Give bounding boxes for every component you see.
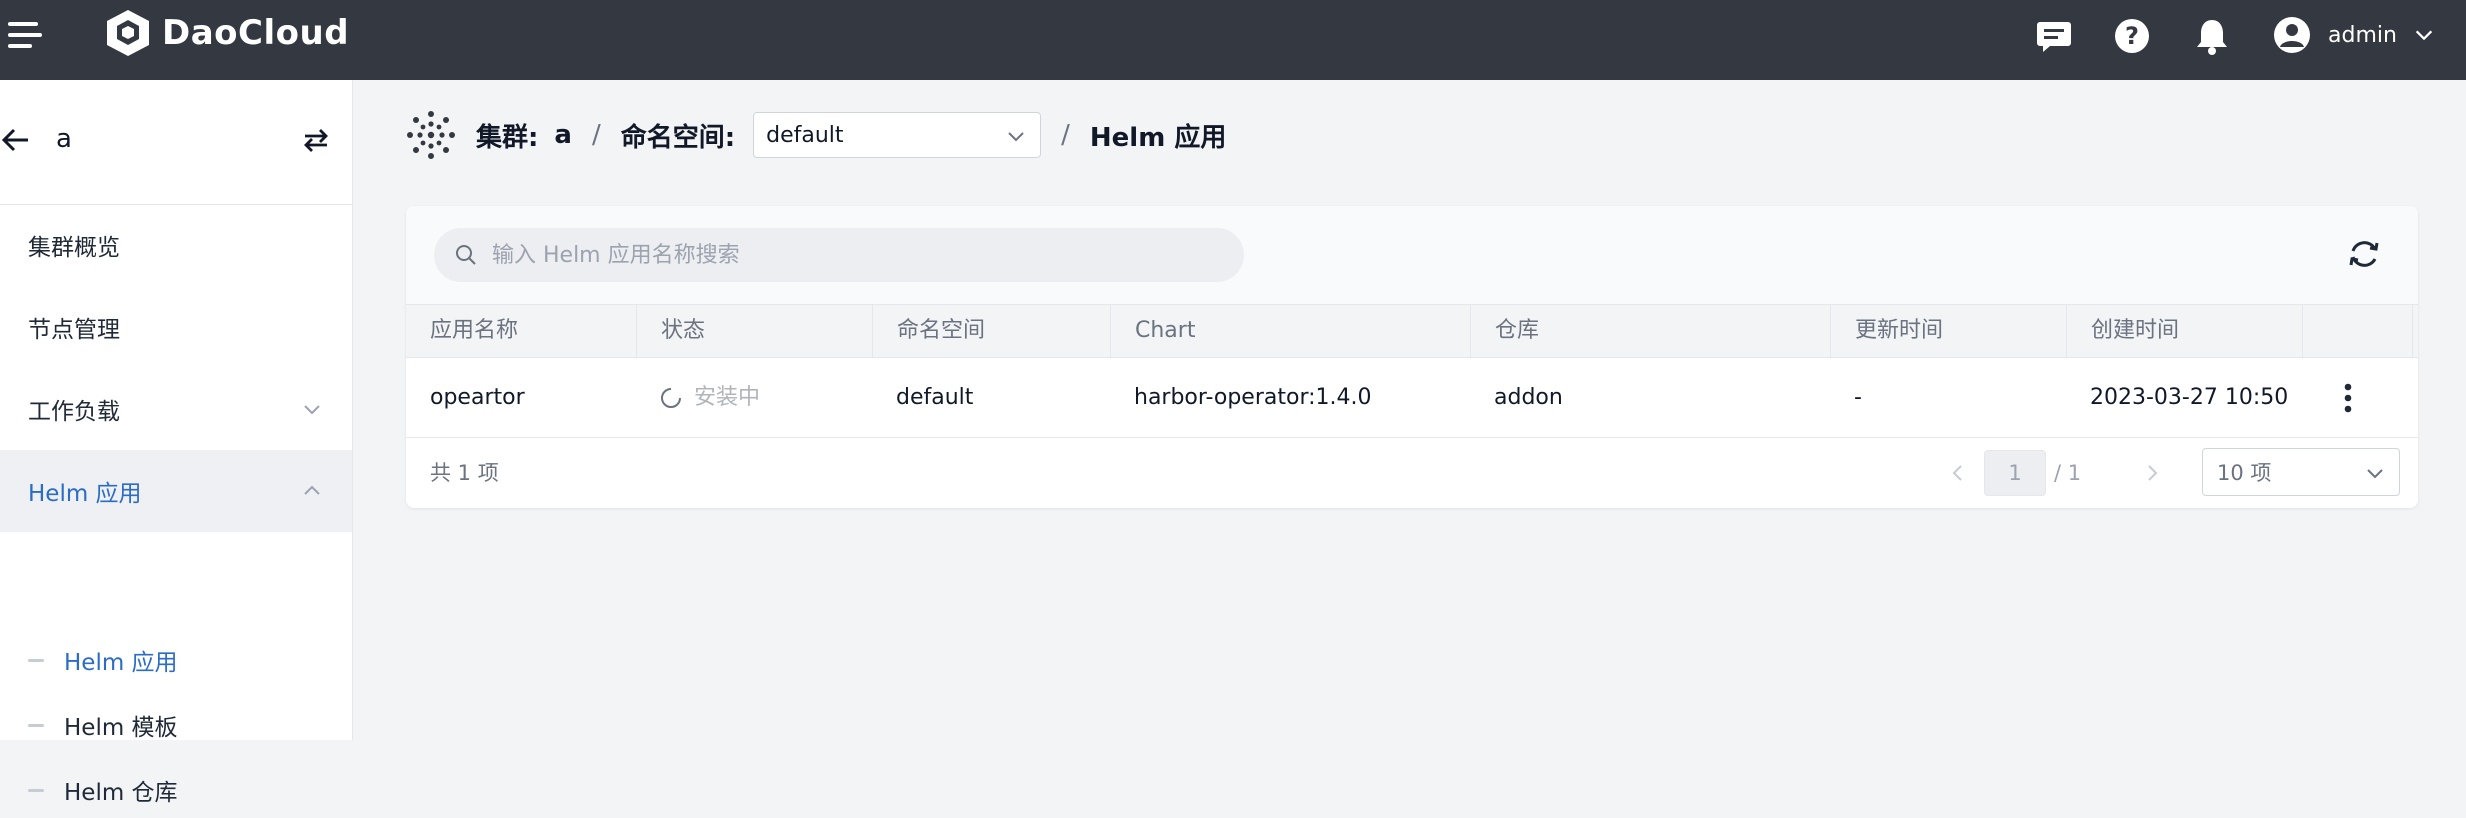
help-icon[interactable]: ? <box>2112 16 2152 56</box>
breadcrumb-separator: / <box>591 120 601 150</box>
sidebar-subitem-label: Helm 应用 <box>64 650 178 676</box>
more-vertical-icon[interactable] <box>2328 378 2368 418</box>
table-row[interactable]: opeartor 安装中 default harbor-operator:1.4… <box>406 358 2418 438</box>
table-header: 应用名称 状态 命名空间 Chart 仓库 更新时间 创建时间 <box>406 304 2418 358</box>
column-header-status[interactable]: 状态 <box>636 305 872 357</box>
table-toolbar <box>406 206 2418 304</box>
arrow-left-icon[interactable] <box>0 124 32 156</box>
chevron-down-icon <box>2367 469 2383 479</box>
dash-icon <box>28 659 44 662</box>
page-number-input[interactable]: 1 <box>1984 450 2046 496</box>
column-header-chart[interactable]: Chart <box>1110 305 1470 357</box>
pagination-bar: 共 1 项 1 / 1 10 项 <box>406 438 2418 508</box>
search-input[interactable] <box>490 241 1234 269</box>
svg-text:?: ? <box>2125 22 2139 50</box>
user-menu[interactable]: admin <box>2272 14 2435 56</box>
user-avatar-icon <box>2274 17 2310 53</box>
sidebar-subitem-helm-templates[interactable]: Helm 模板 <box>0 697 352 753</box>
page-title: Helm 应用 <box>1089 122 1227 153</box>
breadcrumb-cluster-value[interactable]: a <box>554 120 572 150</box>
menu-icon[interactable] <box>8 22 44 50</box>
sidebar-subitem-label: Helm 模板 <box>64 715 178 741</box>
cell-repo: addon <box>1494 385 1563 410</box>
sidebar-header: a <box>0 80 352 205</box>
column-header-repo[interactable]: 仓库 <box>1470 305 1830 357</box>
sidebar-item-node-management[interactable]: 节点管理 <box>0 286 352 368</box>
logo-icon <box>107 10 149 56</box>
cell-updated: - <box>1854 385 1862 410</box>
breadcrumb-separator: / <box>1061 120 1070 150</box>
cluster-name: a <box>56 124 72 154</box>
sidebar-item-label: 节点管理 <box>28 317 120 343</box>
cell-created: 2023-03-27 10:50 <box>2090 385 2289 410</box>
sidebar-item-workloads[interactable]: 工作负载 <box>0 368 352 450</box>
breadcrumb-cluster-label: 集群: <box>476 122 539 153</box>
sidebar-subitem-label: Helm 仓库 <box>64 780 178 806</box>
search-icon <box>456 245 476 265</box>
dash-icon <box>28 724 44 727</box>
top-bar: DaoCloud ? admin <box>0 0 2466 80</box>
sidebar-item-cluster-overview[interactable]: 集群概览 <box>0 204 352 286</box>
sidebar-item-label: 集群概览 <box>28 235 120 261</box>
cluster-icon <box>407 111 455 159</box>
chevron-down-icon <box>2415 30 2433 41</box>
cell-app-name[interactable]: opeartor <box>406 358 525 438</box>
brand-name: DaoCloud <box>162 13 350 53</box>
namespace-select[interactable]: default <box>753 112 1042 158</box>
refresh-icon[interactable] <box>2346 236 2382 272</box>
breadcrumb-namespace-label: 命名空间: <box>620 122 736 153</box>
sidebar-item-label: Helm 应用 <box>28 481 142 507</box>
helm-apps-card: 应用名称 状态 命名空间 Chart 仓库 更新时间 创建时间 opeartor… <box>406 206 2418 508</box>
page-total: / 1 <box>2054 461 2082 485</box>
chevron-left-icon[interactable] <box>1946 461 1970 485</box>
total-count: 共 1 项 <box>430 461 499 485</box>
column-divider <box>2412 305 2418 357</box>
column-header-name[interactable]: 应用名称 <box>406 305 636 357</box>
cell-namespace: default <box>896 385 974 410</box>
column-header-actions <box>2302 305 2412 357</box>
page-size-value: 10 项 <box>2217 461 2272 485</box>
column-header-updated[interactable]: 更新时间 <box>1830 305 2066 357</box>
message-icon[interactable] <box>2034 16 2074 56</box>
bell-icon[interactable] <box>2192 16 2232 56</box>
brand-logo[interactable]: DaoCloud <box>104 8 349 58</box>
column-header-created[interactable]: 创建时间 <box>2066 305 2302 357</box>
dash-icon <box>28 789 44 792</box>
switch-cluster-icon[interactable] <box>300 124 332 156</box>
sidebar-item-helm-apps[interactable]: Helm 应用 <box>0 450 352 532</box>
sidebar-subitem-helm-apps[interactable]: Helm 应用 <box>0 632 352 688</box>
user-name: admin <box>2328 22 2397 48</box>
chevron-right-icon[interactable] <box>2140 461 2164 485</box>
status-label: 安装中 <box>694 385 761 410</box>
column-header-namespace[interactable]: 命名空间 <box>872 305 1110 357</box>
chevron-up-icon <box>304 485 320 495</box>
loading-spinner-icon <box>661 388 681 408</box>
chevron-down-icon <box>304 405 320 415</box>
breadcrumb: 集群: a / 命名空间: default / Helm 应用 <box>406 110 1226 160</box>
cell-status: 安装中 <box>636 358 760 438</box>
sidebar: a 集群概览 节点管理 工作负载 Helm 应用 Helm 应用 Helm 模板… <box>0 80 353 806</box>
chevron-down-icon <box>1008 132 1024 142</box>
sidebar-item-label: 工作负载 <box>28 399 120 425</box>
namespace-select-value: default <box>766 122 844 148</box>
cell-chart: harbor-operator:1.4.0 <box>1134 385 1372 410</box>
page-size-select[interactable]: 10 项 <box>2202 448 2400 496</box>
sidebar-subitem-helm-repos[interactable]: Helm 仓库 <box>0 762 352 818</box>
search-box <box>434 228 1244 282</box>
